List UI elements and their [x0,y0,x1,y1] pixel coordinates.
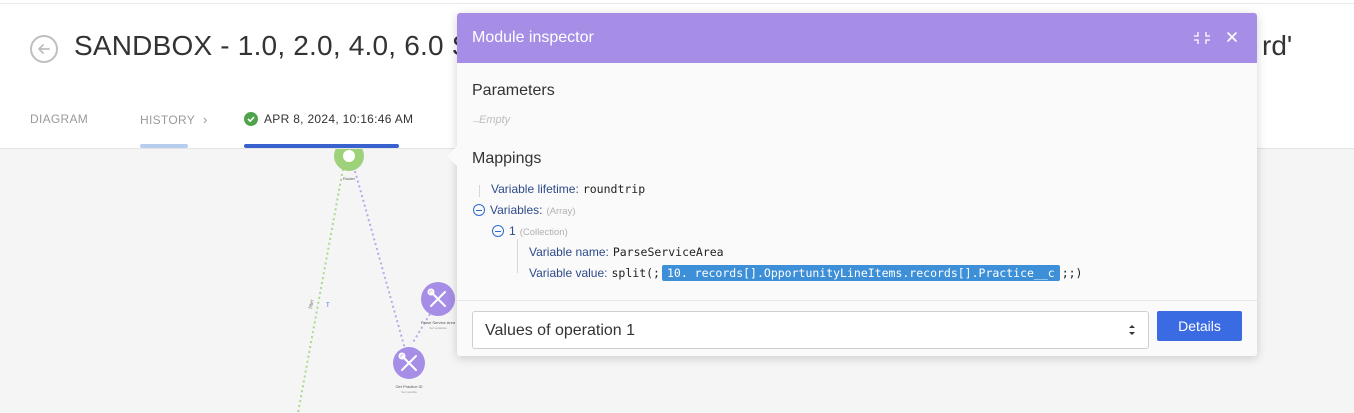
get-practice-node[interactable]: Get Practice ID Set variable [393,347,425,394]
variable-value-prefix: split(; [611,266,660,280]
check-circle-icon [244,112,258,126]
collection-type: (Collection) [519,227,568,238]
close-icon [1227,32,1237,42]
variable-value-suffix: ;;) [1061,266,1083,280]
scenario-title-tail: rd' [1262,30,1293,61]
parameters-empty: Empty [479,114,511,126]
operation-select-value: Values of operation 1 [485,322,636,339]
top-border [0,0,1354,4]
variable-lifetime-value: roundtrip [582,182,646,196]
parse-node-label: Parse Service Area [421,320,456,325]
mapping-token: 10. records[].OpportunityLineItems.recor… [661,265,1060,281]
variables-type: (Array) [546,206,576,217]
arrow-left-icon [37,44,50,54]
collapse-circle-icon[interactable] [473,204,485,216]
details-button[interactable]: Details [1157,311,1242,341]
footer-divider [457,300,1257,301]
collapse-circle-icon[interactable] [492,225,504,237]
link-line [411,313,431,345]
variable-lifetime-row: Variable lifetime: roundtrip [491,182,645,196]
parse-service-area-node[interactable]: Parse Service Area Set variables [421,282,456,330]
collapse-icon [1194,32,1210,44]
tree-connector [517,239,518,273]
back-button[interactable] [30,35,58,63]
tab-diagram[interactable]: DIAGRAM [30,112,88,126]
scenario-title: SANDBOX - 1.0, 2.0, 4.0, 6.0 Sale [74,30,509,61]
parameters-heading: Parameters [472,82,555,99]
tab-diagram-label: DIAGRAM [30,112,89,126]
svg-text:T: T [326,303,330,309]
route-line-left [297,168,344,413]
parse-node-sublabel: Set variables [429,326,447,330]
inspector-title: Module inspector [472,29,594,46]
tab-history[interactable]: HISTORY › [140,112,208,127]
route-line-right [354,170,406,350]
tree-connector [479,185,480,197]
variable-lifetime-key: Variable lifetime: [491,182,579,196]
variables-key: Variables: [490,203,543,217]
inspector-pointer [447,145,458,167]
router-node[interactable]: Router [334,149,364,181]
collection-row: 1 (Collection) [492,224,568,238]
collection-index: 1 [509,224,516,238]
svg-text:filter: filter [308,299,316,310]
variable-value-key: Variable value: [529,266,608,280]
chevron-right-icon: › [203,112,208,127]
tab-history-label: HISTORY [140,113,196,127]
collapse-button[interactable] [1193,29,1211,47]
variables-row: Variables: (Array) [473,203,576,217]
tab-execution[interactable]: APR 8, 2024, 10:16:46 AM [244,112,413,126]
variable-name-key: Variable name: [529,245,609,259]
router-icon [343,150,355,162]
get-practice-sublabel: Set variable [401,390,417,394]
select-arrows-icon [1129,325,1135,335]
get-practice-label: Get Practice ID [395,384,422,389]
operation-select[interactable]: Values of operation 1 [472,311,1149,349]
variable-name-row: Variable name: ParseServiceArea [529,245,724,259]
mappings-heading: Mappings [472,150,542,167]
router-label: Router [343,176,356,181]
variable-value-row: Variable value: split(; 10. records[].Oppo… [529,265,1082,281]
inspector-header: Module inspector [457,13,1257,63]
tab-execution-label: APR 8, 2024, 10:16:46 AM [264,112,414,126]
close-button[interactable] [1224,29,1242,47]
module-inspector: Module inspector Parameters Empty Mappin… [447,13,1257,356]
variable-name-value: ParseServiceArea [612,245,724,259]
